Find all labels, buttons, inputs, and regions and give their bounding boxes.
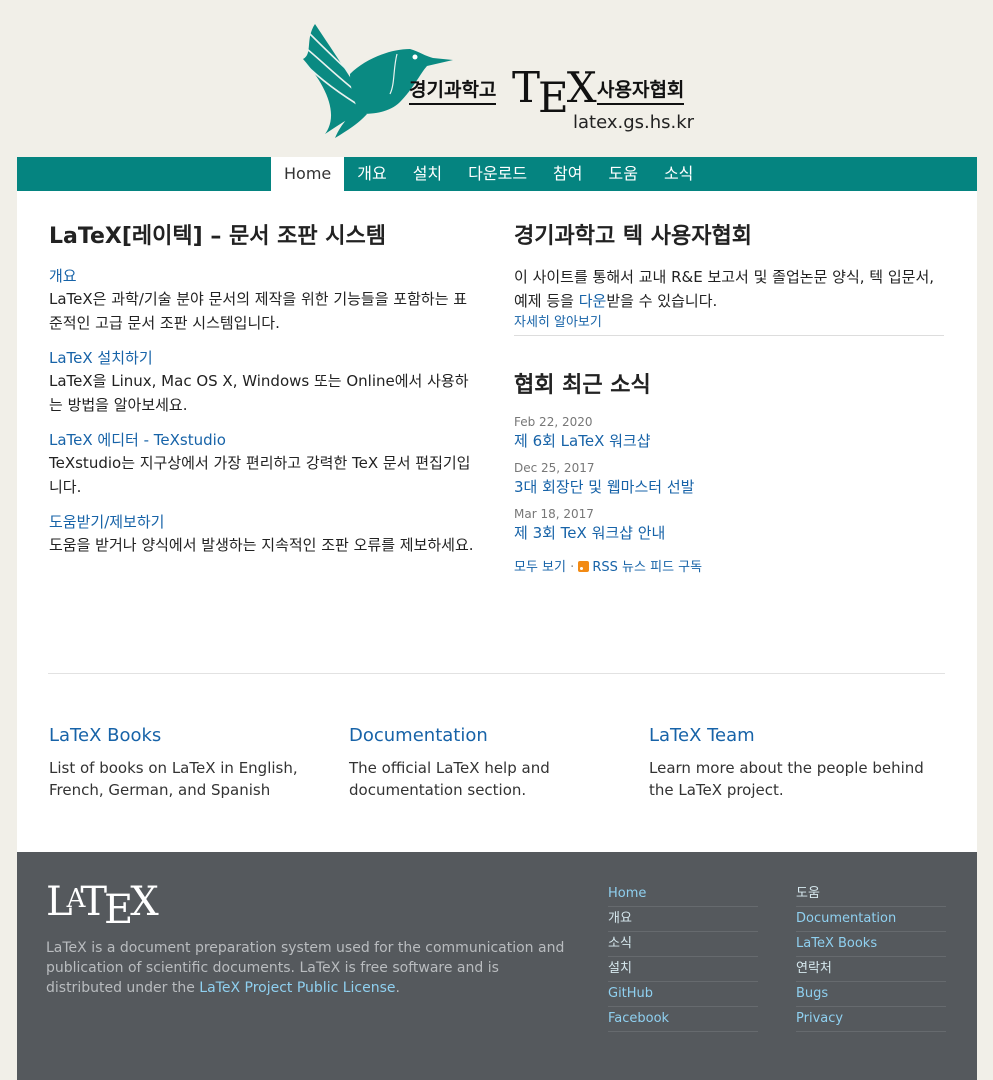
main-nav: Home 개요 설치 다운로드 참여 도움 소식 [17,157,977,191]
license-link[interactable]: LaTeX Project Public License [199,980,395,996]
footer-link-overview[interactable]: 개요 [608,907,758,932]
card-documentation: Documentation The official LaTeX help an… [349,723,649,801]
main-content: LaTeX[레이텍] – 문서 조판 시스템 개요 LaTeX은 과학/기술 분… [17,191,977,852]
association-column: 경기과학고 텍 사용자협회 이 사이트를 통해서 교내 R&E 보고서 및 졸업… [514,221,944,578]
nav-install[interactable]: 설치 [400,157,455,191]
card-desc: List of books on LaTeX in English, Frenc… [49,759,298,799]
footer-links-col1: Home 개요 소식 설치 GitHub Facebook [608,882,758,1032]
overview-link[interactable]: 개요 [49,265,479,287]
install-desc: LaTeX을 Linux, Mac OS X, Windows 또는 Onlin… [49,372,469,414]
learn-more-link[interactable]: 자세히 알아보기 [514,313,944,336]
help-desc: 도움을 받거나 양식에서 발생하는 지속적인 조판 오류를 제보하세요. [49,536,474,554]
news-section-title: 협회 최근 소식 [514,373,651,398]
footer-link-install[interactable]: 설치 [608,957,758,982]
card-desc: Learn more about the people behind the L… [649,759,924,799]
news-item-link[interactable]: 제 3회 TeX 워크샵 안내 [514,522,944,544]
footer-link-facebook[interactable]: Facebook [608,1007,758,1032]
footer-link-help[interactable]: 도움 [796,882,946,907]
download-link[interactable]: 다운 [579,292,607,310]
footer-link-bugs[interactable]: Bugs [796,982,946,1007]
footer-link-home[interactable]: Home [608,882,758,907]
footer-link-documentation[interactable]: Documentation [796,907,946,932]
separator: · [565,560,579,575]
news-date: Mar 18, 2017 [514,507,594,521]
footer-link-news[interactable]: 소식 [608,932,758,957]
news-date: Feb 22, 2020 [514,415,593,429]
logo-school-name: 경기과학고 [409,78,497,105]
card-title-link[interactable]: LaTeX Books [49,723,349,749]
association-title: 경기과학고 텍 사용자협회 [514,224,752,249]
news-footer: 모두 보기 · RSS 뉴스 피드 구독 [514,558,944,578]
site-header: 경기과학고 TEX 사용자협회 latex.gs.hs.kr [0,0,993,157]
card-latex-books: LaTeX Books List of books on LaTeX in En… [49,723,349,801]
news-item-link[interactable]: 3대 회장단 및 웹마스터 선발 [514,476,944,498]
intro-text-after: 받을 수 있습니다. [606,292,718,310]
rss-subscribe-link[interactable]: RSS 뉴스 피드 구독 [592,560,702,575]
site-url: latex.gs.hs.kr [573,112,695,133]
footer-text-after: . [395,980,400,996]
footer-link-contact[interactable]: 연락처 [796,957,946,982]
news-date: Dec 25, 2017 [514,461,595,475]
editor-desc: TeXstudio는 지구상에서 가장 편리하고 강력한 TeX 문서 편집기입… [49,454,471,496]
latex-intro-column: LaTeX[레이텍] – 문서 조판 시스템 개요 LaTeX은 과학/기술 분… [49,221,479,569]
nav-overview[interactable]: 개요 [344,157,399,191]
kingfisher-logo-icon[interactable] [295,14,455,140]
resource-cards: LaTeX Books List of books on LaTeX in En… [49,723,949,801]
logo-association-name: 사용자협회 [597,78,685,105]
nav-participate[interactable]: 참여 [540,157,595,191]
association-intro: 이 사이트를 통해서 교내 R&E 보고서 및 졸업논문 양식, 텍 입문서, … [514,265,944,313]
site-footer: LATEX LaTeX is a document preparation sy… [17,852,977,1080]
footer-link-github[interactable]: GitHub [608,982,758,1007]
news-item-link[interactable]: 제 6회 LaTeX 워크샵 [514,430,944,452]
install-link[interactable]: LaTeX 설치하기 [49,347,479,369]
card-title-link[interactable]: Documentation [349,723,649,749]
intro-text-before: 이 사이트를 통해서 교내 R&E 보고서 및 졸업논문 양식, 텍 입문서, … [514,268,935,310]
overview-desc: LaTeX은 과학/기술 분야 문서의 제작을 위한 기능들을 포함하는 표준적… [49,290,468,332]
latex-footer-logo: LATEX [46,879,159,933]
editor-link[interactable]: LaTeX 에디터 - TeXstudio [49,429,479,451]
card-latex-team: LaTeX Team Learn more about the people b… [649,723,949,801]
nav-home[interactable]: Home [271,157,345,191]
card-desc: The official LaTeX help and documentatio… [349,759,550,799]
view-all-link[interactable]: 모두 보기 [514,560,566,575]
footer-link-latex-books[interactable]: LaTeX Books [796,932,946,957]
page-title: LaTeX[레이텍] – 문서 조판 시스템 [49,224,386,249]
footer-link-privacy[interactable]: Privacy [796,1007,946,1032]
tex-logo: TEX [512,63,597,122]
footer-links-col2: 도움 Documentation LaTeX Books 연락처 Bugs Pr… [796,882,946,1032]
nav-help[interactable]: 도움 [596,157,651,191]
footer-description: LaTeX is a document preparation system u… [46,938,576,998]
nav-download[interactable]: 다운로드 [455,157,540,191]
card-title-link[interactable]: LaTeX Team [649,723,949,749]
help-link[interactable]: 도움받기/제보하기 [49,511,479,533]
rss-icon [578,561,590,572]
section-divider [48,673,945,674]
nav-news[interactable]: 소식 [651,157,706,191]
